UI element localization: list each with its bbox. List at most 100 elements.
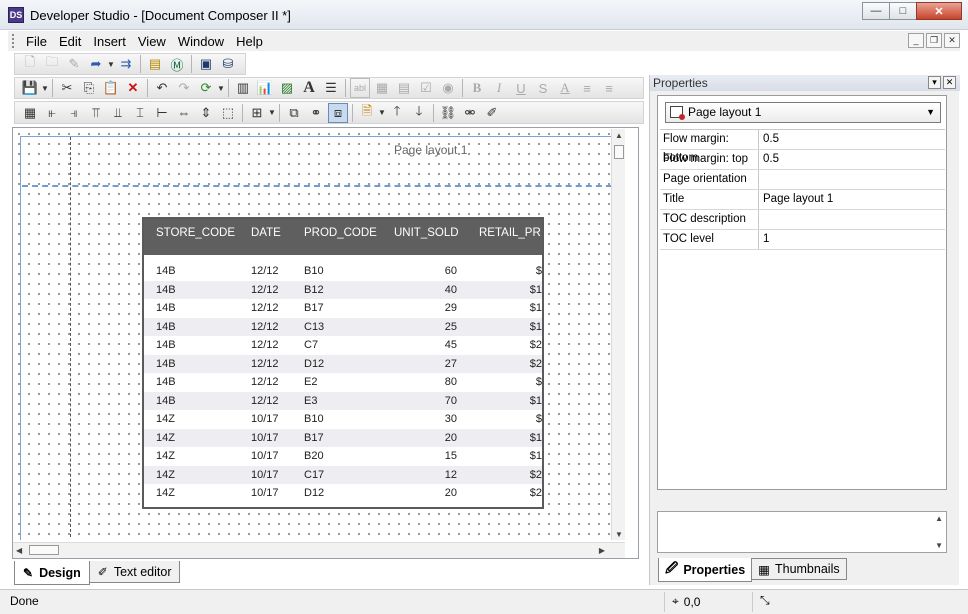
property-row[interactable]: Title Page layout 1 (660, 190, 945, 210)
tab-text-editor[interactable]: ✐ Text editor (88, 561, 181, 583)
align-rights-icon[interactable]: ⫣ (64, 103, 84, 123)
menu-file[interactable]: File (20, 34, 53, 49)
grid-icon[interactable]: ▦ (20, 103, 40, 123)
insert-page-dropdown-icon[interactable]: ▼ (378, 108, 386, 117)
delete-icon[interactable]: ✕ (123, 78, 143, 98)
design-canvas[interactable]: Page layout 1 STORE_CODE DATE PROD_CODE … (14, 129, 625, 540)
database-icon[interactable]: ⛁ (218, 54, 238, 74)
menu-grip-icon[interactable] (12, 34, 16, 48)
maximize-button[interactable]: □ (889, 2, 917, 20)
insert-list-icon[interactable]: ▤ (394, 78, 414, 98)
group-icon[interactable]: ⧉ (284, 103, 304, 123)
table-row[interactable]: 14B 12/12 E3 70 $1 (144, 391, 542, 410)
center-horizontal-icon[interactable]: ⊢ (152, 103, 172, 123)
copy-icon[interactable]: ⎘ (79, 78, 99, 98)
insert-radio-icon[interactable]: ◉ (438, 78, 458, 98)
scroll-up-icon[interactable]: ▲ (615, 131, 623, 140)
insert-form-icon[interactable]: ▦ (372, 78, 392, 98)
mdi-minimize-button[interactable]: _ (908, 33, 924, 48)
pane-dropdown-icon[interactable]: ▾ (928, 76, 941, 89)
stop-run-icon[interactable]: ⇉ (116, 54, 136, 74)
bold-icon[interactable]: B (467, 78, 487, 98)
report-icon[interactable]: ▤ (145, 54, 165, 74)
property-value[interactable]: 1 (759, 230, 945, 249)
align-tops-icon[interactable]: ⫪ (86, 103, 106, 123)
table-row[interactable]: 14Z 10/17 B17 20 $1 (144, 428, 542, 447)
scroll-left-icon[interactable]: ◀ (16, 546, 22, 555)
grid-options-dropdown-icon[interactable]: ▼ (268, 108, 276, 117)
cut-icon[interactable]: ✂ (57, 78, 77, 98)
scroll-up-icon[interactable]: ▲ (935, 514, 943, 523)
align-lefts-icon[interactable]: ⫦ (42, 103, 62, 123)
console-icon[interactable]: ▣ (196, 54, 216, 74)
table-row[interactable]: 14B 12/12 C7 45 $2 (144, 336, 542, 354)
table-row[interactable]: 14B 12/12 B10 60 $ (144, 262, 542, 280)
paste-icon[interactable]: 📋 (101, 78, 121, 98)
scroll-down-icon[interactable]: ▼ (615, 530, 623, 539)
mdi-close-button[interactable]: ✕ (944, 33, 960, 48)
scroll-down-icon[interactable]: ▼ (935, 541, 943, 550)
menu-help[interactable]: Help (230, 34, 269, 49)
underline-icon[interactable]: U (511, 78, 531, 98)
undo-icon[interactable]: ↶ (152, 78, 172, 98)
same-size-icon[interactable]: ⬚ (218, 103, 238, 123)
minimize-button[interactable]: — (862, 2, 890, 20)
new-document-icon[interactable]: 🗋 (20, 54, 40, 74)
save-icon[interactable]: 💾 (20, 78, 40, 98)
menu-insert[interactable]: Insert (87, 34, 132, 49)
scroll-right-icon[interactable]: ▶ (599, 546, 605, 555)
table-row[interactable]: 14B 12/12 C13 25 $1 (144, 317, 542, 336)
property-row[interactable]: Flow margin: top 0.5 (660, 150, 945, 170)
link-objects-icon[interactable]: ⛓ (438, 103, 458, 123)
property-value[interactable] (759, 210, 945, 229)
insert-page-icon[interactable]: 🗎 (357, 103, 377, 123)
table-row[interactable]: 14Z 10/17 D12 20 $2 (144, 484, 542, 502)
insert-line-icon[interactable]: ☰ (321, 78, 341, 98)
edit-links-icon[interactable]: ✐ (482, 103, 502, 123)
canvas-horizontal-scrollbar[interactable]: ◀ ▶ (13, 542, 625, 558)
unlink-objects-icon[interactable]: ⚮ (460, 103, 480, 123)
menu-view[interactable]: View (132, 34, 172, 49)
save-dropdown-icon[interactable]: ▼ (41, 84, 49, 93)
center-vertical-icon[interactable]: ⌶ (130, 103, 150, 123)
insert-image-icon[interactable]: ▨ (277, 78, 297, 98)
property-row[interactable]: Page orientation (660, 170, 945, 190)
property-value[interactable]: 0.5 (759, 150, 945, 169)
insert-checkbox-icon[interactable]: ☑ (416, 78, 436, 98)
link-icon[interactable]: ⚭ (306, 103, 326, 123)
property-row[interactable]: TOC level 1 (660, 230, 945, 250)
property-value[interactable]: Page layout 1 (759, 190, 945, 209)
move-down-icon[interactable]: 🡓 (409, 103, 429, 123)
snap-icon[interactable]: ⧈ (328, 102, 348, 123)
canvas-vertical-scrollbar[interactable]: ▲ ▼ (611, 129, 625, 540)
menu-edit[interactable]: Edit (53, 34, 87, 49)
run-dropdown-icon[interactable]: ▼ (107, 60, 115, 69)
refresh-dropdown-icon[interactable]: ▼ (217, 84, 225, 93)
move-up-icon[interactable]: 🡑 (387, 103, 407, 123)
table-row[interactable]: 14B 12/12 B12 40 $1 (144, 280, 542, 299)
property-row[interactable]: TOC description (660, 210, 945, 230)
strikethrough-icon[interactable]: S (533, 78, 553, 98)
insert-text-icon[interactable]: A (299, 78, 319, 98)
property-row[interactable]: Flow margin: bottom 0.5 (660, 130, 945, 164)
horizontal-scroll-thumb[interactable] (29, 545, 59, 555)
grid-options-icon[interactable]: ⊞ (247, 103, 267, 123)
property-value[interactable]: 0.5 (759, 130, 945, 149)
master-file-icon[interactable]: Ⓜ (167, 54, 187, 74)
table-row[interactable]: 14Z 10/17 B20 15 $1 (144, 447, 542, 465)
same-width-icon[interactable]: ⇔ (174, 103, 194, 123)
table-row[interactable]: 14B 12/12 B17 29 $1 (144, 299, 542, 317)
italic-icon[interactable]: I (489, 78, 509, 98)
table-row[interactable]: 14B 12/12 D12 27 $2 (144, 354, 542, 373)
insert-report-icon[interactable]: ▥ (233, 78, 253, 98)
object-selector[interactable]: Page layout 1 ▼ (665, 102, 941, 123)
property-value[interactable] (759, 170, 945, 189)
insert-field-icon[interactable]: abl (350, 78, 370, 98)
tab-design[interactable]: ✎ Design (14, 561, 90, 585)
insert-chart-icon[interactable]: 📊 (255, 78, 275, 98)
run-icon[interactable]: ➦ (86, 54, 106, 74)
same-height-icon[interactable]: ⇕ (196, 103, 216, 123)
report-table[interactable]: STORE_CODE DATE PROD_CODE UNIT_SOLD RETA… (142, 217, 544, 509)
table-row[interactable]: 14Z 10/17 B10 30 $ (144, 410, 542, 428)
menu-window[interactable]: Window (172, 34, 230, 49)
